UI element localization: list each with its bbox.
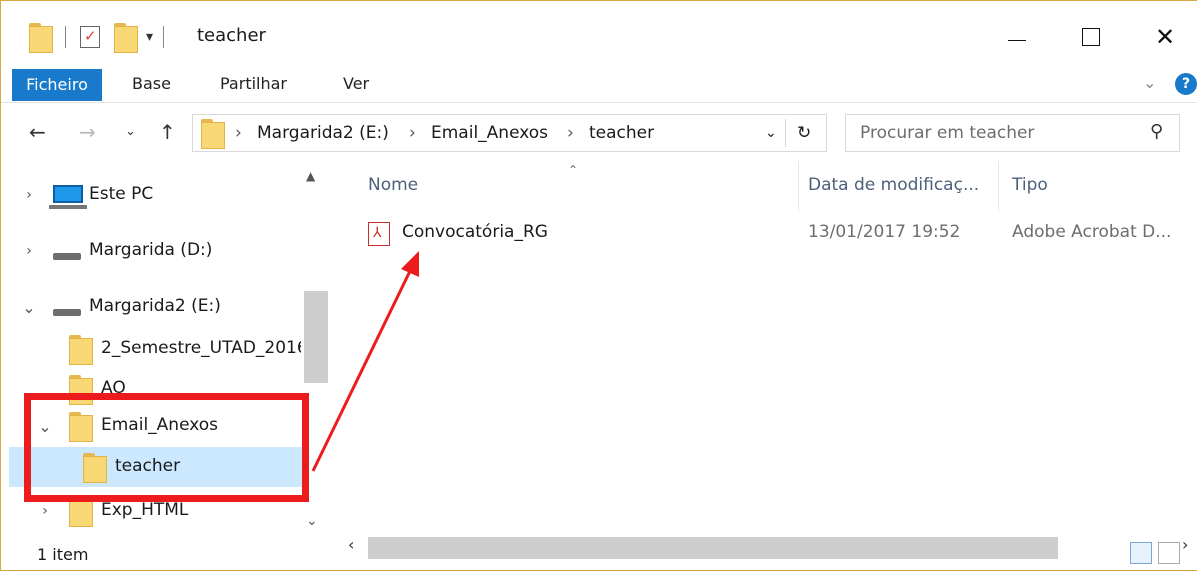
file-explorer-window: ✓ ▾ teacher ✕ Ficheiro Base Partilhar Ve… <box>0 0 1197 571</box>
annotation-arrow-line <box>311 268 413 472</box>
annotation-arrow <box>311 251 419 472</box>
